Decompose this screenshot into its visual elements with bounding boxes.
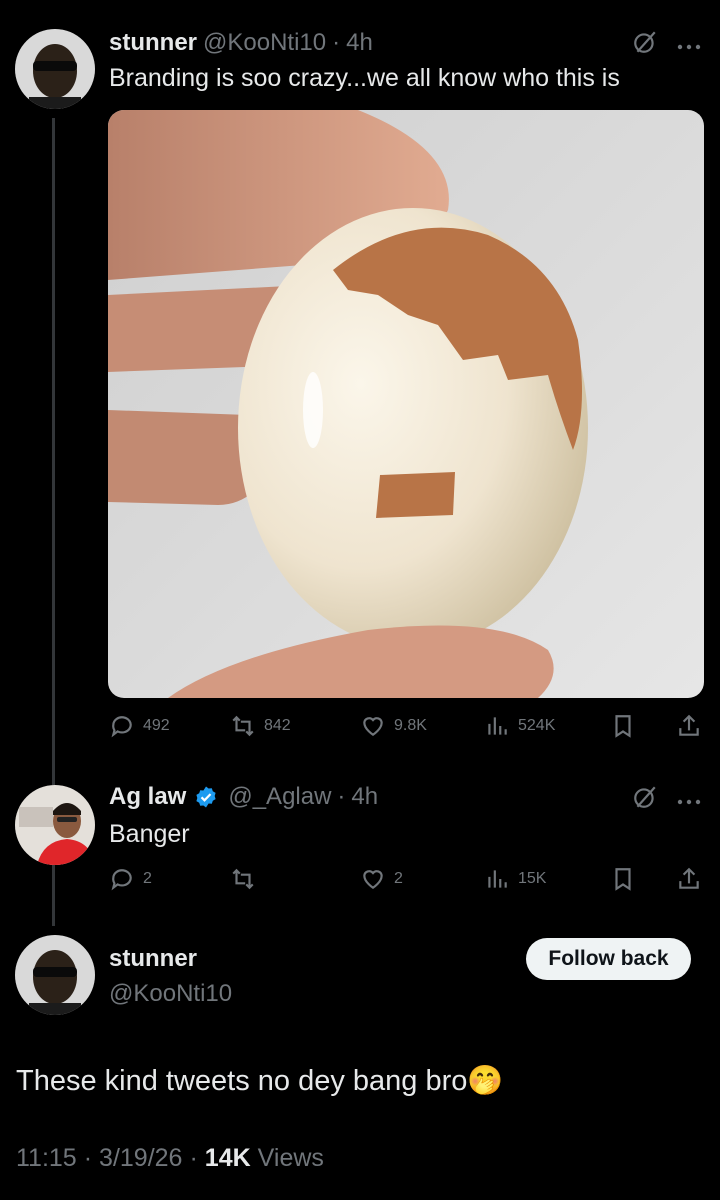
repost-icon	[232, 715, 254, 737]
like-icon	[363, 717, 383, 736]
time-separator: ·	[337, 783, 346, 810]
post-date[interactable]: 3/19/26	[99, 1144, 182, 1173]
timestamp[interactable]: 4h	[346, 29, 373, 57]
reply-count: 492	[143, 717, 170, 734]
tweet-header: stunner @KooNti10 · 4h	[109, 28, 373, 58]
handle[interactable]: @KooNti10	[203, 29, 326, 57]
time-separator: ·	[332, 29, 341, 56]
share-icon	[679, 714, 699, 736]
grok-icon[interactable]	[632, 784, 658, 815]
share-icon	[679, 867, 699, 889]
views-button[interactable]: 524K	[484, 713, 555, 739]
views-count: 15K	[518, 870, 547, 887]
tweet-text: Banger	[109, 820, 190, 848]
bookmark-button[interactable]	[610, 866, 636, 892]
share-button[interactable]	[676, 866, 702, 892]
bookmark-icon	[615, 715, 631, 738]
follow-back-button[interactable]: Follow back	[526, 938, 691, 980]
reply-icon	[111, 716, 132, 738]
reply-count: 2	[143, 870, 152, 887]
separator: ·	[189, 1144, 198, 1172]
grok-icon[interactable]	[632, 29, 658, 60]
repost-count: 842	[264, 717, 291, 734]
avatar[interactable]	[15, 935, 95, 1015]
main-tweet-text: These kind tweets no dey bang bro🤭	[16, 1064, 504, 1098]
avatar[interactable]	[15, 785, 95, 865]
post-time[interactable]: 11:15	[16, 1144, 77, 1173]
repost-button[interactable]: 842	[230, 713, 291, 739]
bookmark-button[interactable]	[610, 713, 636, 739]
views-button[interactable]: 15K	[484, 866, 546, 892]
avatar[interactable]	[15, 29, 95, 109]
like-count: 9.8K	[394, 717, 427, 734]
tweet-text: These kind tweets no dey bang bro	[16, 1065, 468, 1097]
views-icon	[488, 717, 507, 735]
like-icon	[363, 870, 383, 889]
tweet-text: Branding is soo crazy...we all know who …	[109, 64, 620, 92]
verified-badge-icon	[194, 785, 218, 809]
handle[interactable]: @_Aglaw	[228, 783, 331, 811]
reply-icon	[111, 869, 132, 891]
reply-button[interactable]: 2	[109, 866, 152, 892]
views-count: 14K	[204, 1144, 251, 1172]
separator: ·	[83, 1144, 93, 1172]
like-button[interactable]: 2	[360, 866, 403, 892]
views-count: 524K	[518, 717, 556, 734]
share-button[interactable]	[676, 713, 702, 739]
tweet-metadata: 11:15 · 3/19/26 · 14K Views	[16, 1144, 324, 1173]
tweet-photo[interactable]	[108, 110, 704, 698]
display-name[interactable]: stunner	[109, 945, 197, 973]
views-label: Views	[257, 1144, 324, 1172]
handle[interactable]: @KooNti10	[109, 980, 232, 1008]
more-icon[interactable]	[676, 793, 702, 811]
bookmark-icon	[615, 868, 631, 891]
views-icon	[488, 870, 507, 888]
emoji: 🤭	[467, 1065, 504, 1097]
repost-icon	[232, 868, 254, 890]
repost-button[interactable]	[230, 866, 256, 892]
display-name[interactable]: stunner	[109, 29, 197, 57]
display-name[interactable]: Ag law	[109, 783, 186, 811]
like-button[interactable]: 9.8K	[360, 713, 427, 739]
tweet-header: Ag law @_Aglaw · 4h	[109, 782, 378, 812]
reply-button[interactable]: 492	[109, 713, 170, 739]
more-icon[interactable]	[676, 38, 702, 56]
like-count: 2	[394, 870, 403, 887]
timestamp[interactable]: 4h	[351, 783, 378, 811]
